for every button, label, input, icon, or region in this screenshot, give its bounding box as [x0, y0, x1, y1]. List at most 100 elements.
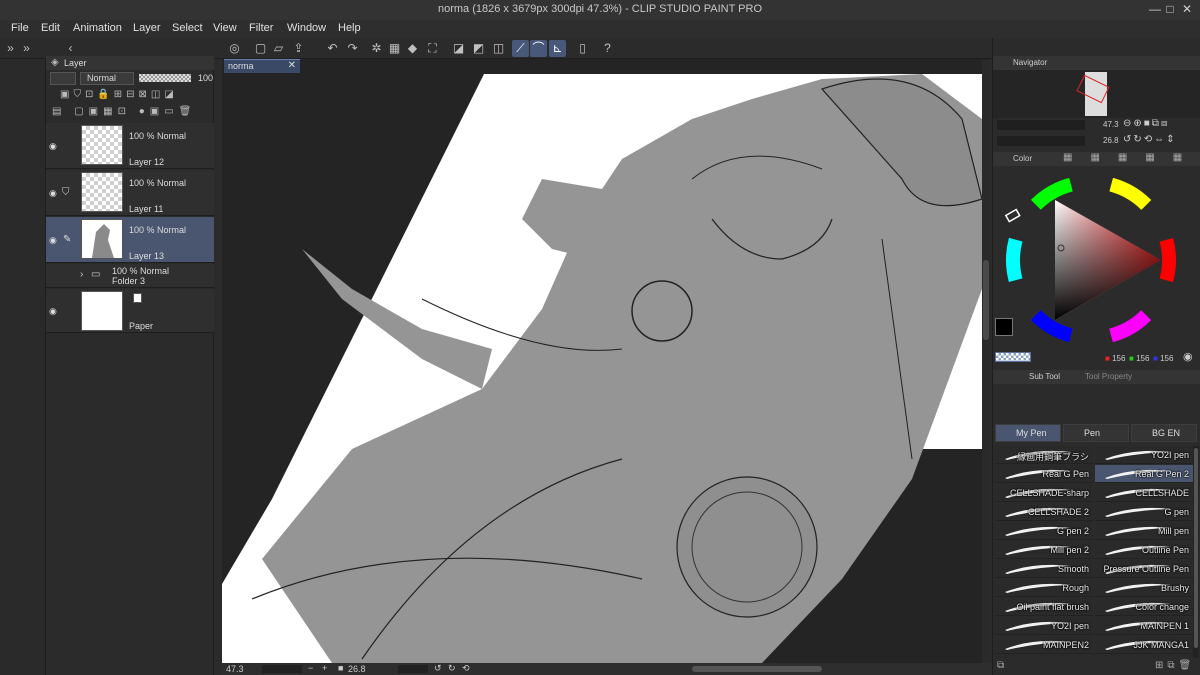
layer-row[interactable]: ◉ ⛉ 100 % Normal Layer 11	[46, 170, 214, 216]
brush-item[interactable]: JJK MANGA1	[1095, 636, 1193, 654]
color-panel-tabs[interactable]: ▦▦▦▦▦	[1063, 152, 1200, 163]
navigator-rotate-controls[interactable]: ↺↻⟲⇔⇕	[1123, 134, 1177, 145]
menu-layer[interactable]: Layer	[133, 22, 161, 34]
clear-icon[interactable]: ▦	[386, 40, 403, 57]
zoom-out-icon[interactable]: −	[308, 663, 313, 673]
horizontal-scrollbar-thumb[interactable]	[692, 666, 822, 672]
transparent-swatch[interactable]	[995, 352, 1031, 362]
undo-icon[interactable]: ↶	[324, 40, 341, 57]
layer-row[interactable]: ◉ 100 % Normal Layer 12	[46, 123, 214, 169]
brush-item[interactable]: Outline Pen	[1095, 541, 1193, 559]
dock-expand-icon-2[interactable]: »	[18, 40, 35, 57]
zoom-readout[interactable]: 47.3	[226, 664, 244, 674]
chevron-right-icon[interactable]: ›	[80, 269, 83, 280]
tool-property-tab[interactable]: Tool Property	[1085, 372, 1132, 381]
brush-item[interactable]: Mill pen 2	[995, 541, 1093, 559]
color-settings-icon[interactable]: ◉	[1183, 350, 1193, 363]
brush-item[interactable]: MAINPEN 1	[1095, 617, 1193, 635]
brush-item[interactable]: Mill pen	[1095, 522, 1193, 540]
brush-item[interactable]: Rough	[995, 579, 1093, 597]
canvas-artwork[interactable]	[222, 59, 990, 663]
smartphone-icon[interactable]: ▯	[574, 40, 591, 57]
close-button[interactable]: ✕	[1180, 2, 1194, 16]
brush-item[interactable]: JJK MANGA3	[1095, 655, 1193, 658]
rotate-left-icon[interactable]: ↺	[434, 663, 442, 674]
brush-item[interactable]: CELLSHADE	[1095, 484, 1193, 502]
menu-view[interactable]: View	[213, 22, 237, 34]
export-icon[interactable]: ⇪	[290, 40, 307, 57]
menu-file[interactable]: File	[11, 22, 29, 34]
layer-actions-row[interactable]: ▤ ▢▣▦⊡ ●▣▭🗑	[52, 106, 212, 120]
dock-expand-icon[interactable]: »	[2, 40, 19, 57]
scrollbar-thumb[interactable]	[983, 260, 989, 340]
menu-edit[interactable]: Edit	[41, 22, 60, 34]
main-color-swatch[interactable]	[995, 318, 1013, 336]
layer-row-selected[interactable]: ◉ ✎ 100 % Normal Layer 13	[46, 217, 214, 263]
brush-item[interactable]: Real G Pen	[995, 465, 1093, 483]
navigator-zoom-slider[interactable]	[997, 120, 1085, 130]
navigator-rotate-slider[interactable]	[997, 136, 1085, 146]
brush-item[interactable]: Color change	[1095, 598, 1193, 616]
brush-item[interactable]: G pen	[1095, 503, 1193, 521]
hide-outside-icon[interactable]: ◪	[450, 40, 467, 57]
stop-icon[interactable]: ■	[338, 663, 343, 673]
zoom-slider[interactable]	[262, 665, 302, 673]
brush-item[interactable]: CELLSHADE 2	[995, 503, 1093, 521]
reset-rotate-icon[interactable]: ⟲	[462, 663, 470, 674]
subtool-title[interactable]: Sub Tool	[1029, 372, 1060, 381]
eye-icon[interactable]: ◉	[49, 189, 59, 198]
ruler-icon[interactable]: ◫	[490, 40, 507, 57]
color-wheel[interactable]	[1003, 168, 1179, 354]
invert-selection-icon[interactable]: ◩	[470, 40, 487, 57]
help-icon[interactable]: ?	[599, 40, 616, 57]
layer-color-dropdown[interactable]	[50, 72, 76, 85]
open-folder-icon[interactable]: ▱	[270, 40, 287, 57]
new-file-icon[interactable]: ▢	[252, 40, 269, 57]
brush-item[interactable]: 縁画用鋼筆ブラシ	[995, 446, 1093, 464]
brush-item[interactable]: YO2I pen	[1095, 446, 1193, 464]
paper-row[interactable]: ◉ Paper	[46, 289, 214, 333]
brush-item[interactable]: JJK MANGA2	[995, 655, 1093, 658]
eye-icon[interactable]: ◉	[49, 142, 59, 151]
close-icon[interactable]: ✕	[288, 60, 296, 71]
rotate-right-icon[interactable]: ↻	[448, 663, 456, 674]
navigator-zoom-controls[interactable]: ⊖⊕■⧉⧈	[1123, 118, 1169, 129]
layer-tools-row[interactable]: ▣⛉⊡🔒⊞⊟⊠◫◪	[60, 89, 210, 103]
brush-item[interactable]: MAINPEN2	[995, 636, 1093, 654]
brush-item[interactable]: YO2I pen	[995, 617, 1093, 635]
snap-grid-icon[interactable]: ⊾	[549, 40, 566, 57]
transform-icon[interactable]: ⛶	[424, 40, 441, 57]
snap-ruler-icon[interactable]: ⟋	[512, 40, 529, 57]
folder-row[interactable]: › ▭ 100 % Normal Folder 3	[46, 264, 214, 288]
eye-icon[interactable]: ◉	[49, 307, 59, 316]
scrollbar-thumb[interactable]	[1194, 448, 1198, 648]
navigator-preview[interactable]	[993, 70, 1200, 118]
vertical-scrollbar[interactable]	[982, 60, 990, 663]
navigator-rotation-value[interactable]: 26.8	[1103, 136, 1119, 145]
angle-readout[interactable]: 26.8	[348, 664, 366, 674]
subtool-group-bg-en[interactable]: BG EN	[1131, 424, 1197, 442]
fill-icon[interactable]: ◆	[404, 40, 421, 57]
document-tab[interactable]: norma ✕	[224, 59, 300, 73]
brush-item[interactable]: Smooth	[995, 560, 1093, 578]
eye-icon[interactable]: ◉	[49, 236, 59, 245]
maximize-button[interactable]: □	[1163, 2, 1177, 16]
brush-item[interactable]: CELLSHADE-sharp	[995, 484, 1093, 502]
brush-list-scrollbar[interactable]	[1193, 446, 1199, 658]
brush-item[interactable]: Pressure Outline Pen	[1095, 560, 1193, 578]
loading-icon[interactable]: ✲	[368, 40, 385, 57]
menu-filter[interactable]: Filter	[249, 22, 273, 34]
zoom-in-icon[interactable]: +	[322, 663, 327, 673]
clip-studio-icon[interactable]: ◎	[226, 40, 243, 57]
opacity-slider[interactable]	[139, 74, 191, 82]
brush-item[interactable]: Oil paint flat brush	[995, 598, 1093, 616]
redo-icon[interactable]: ↷	[344, 40, 361, 57]
rotate-slider[interactable]	[398, 665, 428, 673]
opacity-value[interactable]: 100	[198, 73, 213, 83]
brush-item[interactable]: Real G Pen 2	[1095, 465, 1193, 483]
brush-item[interactable]: G pen 2	[995, 522, 1093, 540]
menu-animation[interactable]: Animation	[73, 22, 122, 34]
menu-help[interactable]: Help	[338, 22, 361, 34]
subtool-actions[interactable]: ⊞⧉🗑	[1155, 660, 1195, 671]
menu-select[interactable]: Select	[172, 22, 203, 34]
